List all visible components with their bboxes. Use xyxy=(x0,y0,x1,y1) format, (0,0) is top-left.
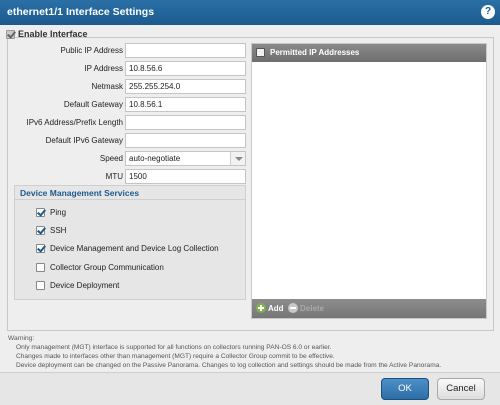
ipv6-address-row: IPv6 Address/Prefix Length xyxy=(12,116,124,130)
delete-label: Delete xyxy=(300,303,325,313)
speed-label: Speed xyxy=(99,154,123,163)
permitted-ip-header-label: Permitted IP Addresses xyxy=(270,48,360,57)
ipv6-gateway-label: Default IPv6 Gateway xyxy=(45,136,123,145)
netmask-row: Netmask xyxy=(12,80,123,94)
add-icon xyxy=(256,303,266,313)
checkbox-icon[interactable] xyxy=(36,226,45,235)
ipv6-address-label: IPv6 Address/Prefix Length xyxy=(26,118,124,127)
dialog-title: ethernet1/1 Interface Settings xyxy=(7,6,155,18)
mtu-label: MTU xyxy=(105,172,123,181)
ip-address-label: IP Address xyxy=(84,64,123,73)
delete-icon xyxy=(288,303,298,313)
warning-title: Warning: xyxy=(8,335,35,342)
dialog-titlebar: ethernet1/1 Interface Settings ? xyxy=(0,0,500,25)
service-device-deployment[interactable]: Device Deployment xyxy=(31,281,119,290)
warning-line: Device deployment can be changed on the … xyxy=(16,362,442,369)
service-device-deployment-label: Device Deployment xyxy=(50,281,120,290)
checkbox-icon[interactable] xyxy=(36,263,45,272)
public-ip-row: Public IP Address xyxy=(12,44,123,58)
checkbox-icon[interactable] xyxy=(36,281,45,290)
services-title: Device Management Services xyxy=(20,188,140,198)
permitted-ip-toolbar: Add Delete xyxy=(252,299,486,318)
services-divider xyxy=(15,199,245,200)
checkbox-icon[interactable] xyxy=(6,29,15,39)
ipv6-gateway-input[interactable] xyxy=(125,133,246,148)
chevron-down-icon[interactable] xyxy=(230,152,245,165)
dialog-button-bar: OK Cancel xyxy=(0,372,500,405)
select-all-checkbox[interactable] xyxy=(256,48,265,57)
enable-interface-checkbox[interactable]: Enable Interface xyxy=(6,29,88,39)
checkbox-icon[interactable] xyxy=(36,244,45,253)
default-gateway-label: Default Gateway xyxy=(63,100,123,109)
service-collector-group[interactable]: Collector Group Communication xyxy=(31,263,164,272)
mtu-row: MTU xyxy=(12,170,123,184)
mtu-input[interactable]: 1500 xyxy=(125,169,246,184)
warning-text: Warning: Only management (MGT) interface… xyxy=(8,334,488,370)
permitted-ip-grid: Permitted IP Addresses Add Delete xyxy=(251,43,487,319)
warning-line: Only management (MGT) interface is suppo… xyxy=(16,344,332,351)
service-ping-label: Ping xyxy=(50,208,67,217)
service-ssh[interactable]: SSH xyxy=(31,226,66,235)
delete-button[interactable]: Delete xyxy=(288,303,324,313)
speed-row: Speed xyxy=(12,152,123,166)
ip-address-input[interactable]: 10.8.56.6 xyxy=(125,61,246,76)
ok-button[interactable]: OK xyxy=(381,378,429,400)
question-icon[interactable]: ? xyxy=(481,5,495,19)
service-device-management-label: Device Management and Device Log Collect… xyxy=(50,244,219,253)
public-ip-label: Public IP Address xyxy=(60,46,123,55)
add-label: Add xyxy=(268,303,284,313)
ipv6-gateway-row: Default IPv6 Gateway xyxy=(12,134,123,148)
ipv6-address-input[interactable] xyxy=(125,115,246,130)
default-gateway-row: Default Gateway xyxy=(12,98,123,112)
speed-value: auto-negotiate xyxy=(129,154,181,163)
permitted-ip-header: Permitted IP Addresses xyxy=(252,44,486,62)
service-ping[interactable]: Ping xyxy=(31,208,66,217)
ip-address-row: IP Address xyxy=(12,62,123,76)
speed-select[interactable]: auto-negotiate xyxy=(125,151,246,166)
checkbox-icon[interactable] xyxy=(36,208,45,217)
warning-line: Changes made to interfaces other than ma… xyxy=(16,353,335,360)
cancel-button[interactable]: Cancel xyxy=(437,378,485,400)
enable-interface-label: Enable Interface xyxy=(18,29,88,39)
netmask-input[interactable]: 255.255.254.0 xyxy=(125,79,246,94)
device-management-services: Device Management Services Ping SSH Devi… xyxy=(14,185,246,300)
netmask-label: Netmask xyxy=(91,82,123,91)
default-gateway-input[interactable]: 10.8.56.1 xyxy=(125,97,246,112)
service-collector-group-label: Collector Group Communication xyxy=(50,263,164,272)
public-ip-input[interactable] xyxy=(125,43,246,58)
service-ssh-label: SSH xyxy=(50,226,67,235)
service-device-management[interactable]: Device Management and Device Log Collect… xyxy=(31,244,219,253)
add-button[interactable]: Add xyxy=(256,303,284,313)
